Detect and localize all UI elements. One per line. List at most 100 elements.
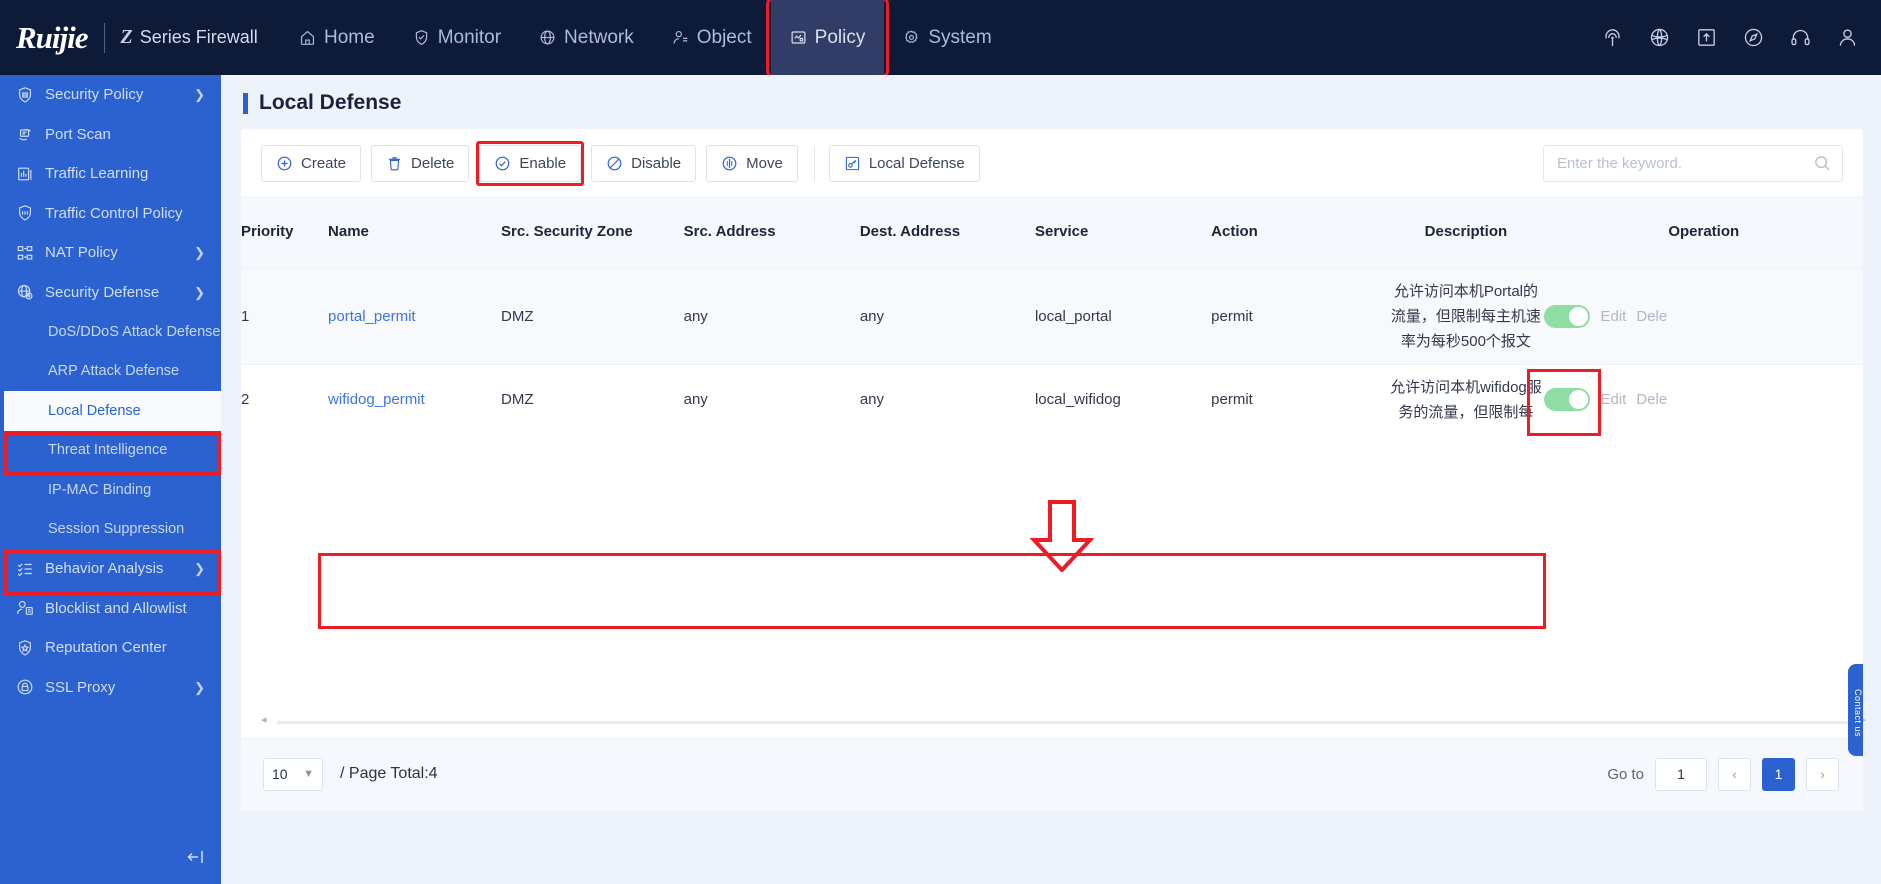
pagination-bar: 10 ▼ / Page Total:4 Go to 1 ‹ 1 › — [241, 737, 1863, 811]
prev-page-button[interactable]: ‹ — [1718, 757, 1751, 791]
column-header-service[interactable]: Service — [1034, 196, 1212, 268]
sidebar-subitem-threat-intelligence[interactable]: Threat Intelligence — [0, 431, 221, 471]
sidebar-item-blocklist-and-allowlist[interactable]: Blocklist and Allowlist — [0, 589, 221, 629]
table-row[interactable]: 2 wifidog_permit DMZ any any local_wifid… — [241, 363, 1863, 436]
create-button[interactable]: Create — [261, 145, 362, 182]
cell-src-security-zone: DMZ — [501, 267, 684, 364]
cell-src-security-zone: DMZ — [501, 363, 684, 435]
goto-label: Go to — [1607, 765, 1644, 783]
sidebar-item-nat-policy[interactable]: NAT Policy ❯ — [0, 233, 221, 273]
toolbar-divider — [813, 146, 815, 181]
sidebar-item-traffic-learning[interactable]: Traffic Learning — [0, 154, 221, 194]
sidebar-subitem-arp-attack-defense[interactable]: ARP Attack Defense — [0, 352, 221, 392]
upload-icon[interactable] — [1695, 26, 1718, 49]
scroll-left-icon[interactable]: ◂ — [261, 713, 267, 726]
sidebar-subitem-ip-mac-binding[interactable]: IP-MAC Binding — [0, 470, 221, 510]
sidebar-item-reputation-center[interactable]: Reputation Center — [0, 628, 221, 668]
sidebar-item-traffic-control-policy[interactable]: Traffic Control Policy — [0, 194, 221, 234]
pager: Go to 1 ‹ 1 › — [1607, 757, 1839, 791]
signal-icon[interactable] — [1601, 26, 1624, 49]
user-icon[interactable] — [1836, 26, 1859, 49]
edit-link[interactable]: Edit — [1600, 391, 1626, 408]
enable-toggle[interactable] — [1544, 304, 1591, 328]
horizontal-scrollbar[interactable]: ◂ ▸ — [261, 714, 1866, 727]
sidebar-item-label: Blocklist and Allowlist — [45, 599, 187, 617]
nav-item-object[interactable]: Object — [653, 0, 771, 75]
globe-icon — [539, 29, 556, 46]
cell-dest-address: any — [859, 363, 1035, 435]
column-header-name[interactable]: Name — [328, 196, 502, 268]
page-number-button[interactable]: 1 — [1762, 757, 1795, 791]
sidebar-item-security-policy[interactable]: Security Policy ❯ — [0, 75, 221, 115]
button-label: Disable — [631, 155, 682, 172]
nav-item-monitor[interactable]: Monitor — [394, 0, 520, 75]
key-box-icon — [844, 155, 861, 172]
blocklist-icon — [16, 599, 40, 617]
compass-icon[interactable] — [1742, 26, 1765, 49]
column-header-action[interactable]: Action — [1211, 196, 1388, 268]
next-page-button[interactable]: › — [1806, 757, 1839, 791]
nav-label: Object — [696, 26, 752, 48]
sidebar-item-port-scan[interactable]: Port Scan — [0, 115, 221, 155]
sidebar-subitem-dos-ddos-attack-defense[interactable]: DoS/DDoS Attack Defense — [0, 312, 221, 352]
top-header: Ruijie Z Series Firewall Home Monitor Ne… — [0, 0, 1881, 78]
app-root: Ruijie Z Series Firewall Home Monitor Ne… — [0, 0, 1881, 884]
globe-net-icon[interactable] — [1648, 26, 1671, 49]
sidebar-item-security-defense[interactable]: Security Defense ❯ — [0, 273, 221, 313]
move-button[interactable]: Move — [706, 145, 798, 182]
nav-label: Network — [564, 26, 634, 48]
sidebar-item-ssl-proxy[interactable]: SSL Proxy ❯ — [0, 668, 221, 708]
local-defense-button[interactable]: Local Defense — [828, 145, 980, 182]
nat-icon — [16, 244, 40, 262]
column-header-src-security-zone[interactable]: Src. Security Zone — [501, 196, 684, 268]
column-header-operation[interactable]: Operation — [1544, 196, 1863, 268]
nav-item-network[interactable]: Network — [520, 0, 653, 75]
disable-button[interactable]: Disable — [591, 145, 697, 182]
rule-name-link[interactable]: portal_permit — [328, 308, 416, 325]
rule-name-link[interactable]: wifidog_permit — [328, 391, 425, 408]
delete-button[interactable]: Delete — [371, 145, 470, 182]
column-header-priority[interactable]: Priority — [241, 196, 329, 268]
ban-circle-icon — [606, 155, 623, 172]
goto-page-input[interactable]: 1 — [1655, 757, 1707, 791]
sidebar-item-label: NAT Policy — [45, 244, 118, 262]
gear-icon — [903, 29, 920, 46]
toggle-knob — [1569, 390, 1589, 409]
contact-us-tab[interactable]: Contact us — [1848, 664, 1863, 756]
main-content: Local Defense Create Delete Enable Disab… — [221, 75, 1881, 884]
delete-link[interactable]: Dele — [1636, 391, 1667, 408]
sidebar-item-label: Security Policy — [45, 86, 144, 104]
headset-icon[interactable] — [1789, 26, 1812, 49]
column-header-dest-address[interactable]: Dest. Address — [859, 196, 1035, 268]
page-size-select[interactable]: 10 ▼ — [263, 757, 323, 791]
cell-operation: Edit Dele — [1527, 363, 1863, 436]
sidebar-item-behavior-analysis[interactable]: Behavior Analysis ❯ — [0, 549, 221, 589]
scrollbar-track[interactable] — [277, 721, 1850, 724]
sidebar-subitem-session-suppression[interactable]: Session Suppression — [0, 510, 221, 550]
enable-button[interactable]: Enable — [476, 141, 584, 186]
page-title-accent — [243, 92, 248, 114]
policy-icon — [790, 29, 807, 46]
sidebar-subitem-local-defense[interactable]: Local Defense — [0, 391, 221, 431]
delete-link[interactable]: Dele — [1636, 308, 1667, 325]
enable-toggle[interactable] — [1527, 369, 1602, 436]
search-icon[interactable] — [1813, 154, 1832, 178]
edit-link[interactable]: Edit — [1600, 308, 1626, 325]
move-icon — [721, 155, 738, 172]
nav-item-system[interactable]: System — [884, 0, 1010, 75]
search-input[interactable] — [1543, 145, 1843, 182]
column-header-description[interactable]: Description — [1387, 196, 1545, 268]
button-label: Enable — [519, 155, 567, 172]
nav-item-home[interactable]: Home — [280, 0, 394, 75]
table-row[interactable]: 1 portal_permit DMZ any any local_portal… — [241, 267, 1863, 364]
sidebar-subitem-label: IP-MAC Binding — [48, 481, 152, 498]
chevron-down-icon: ❯ — [194, 284, 205, 300]
collapse-sidebar-icon[interactable] — [185, 847, 205, 872]
nav-item-policy[interactable]: Policy — [765, 0, 890, 78]
traffic-control-icon — [16, 204, 40, 222]
column-header-src-address[interactable]: Src. Address — [683, 196, 860, 268]
content-card: Create Delete Enable Disable Move Local … — [241, 129, 1866, 811]
cell-service: local_portal — [1034, 267, 1212, 364]
cell-action: permit — [1211, 363, 1388, 435]
z-series-mark: Z — [120, 26, 133, 48]
